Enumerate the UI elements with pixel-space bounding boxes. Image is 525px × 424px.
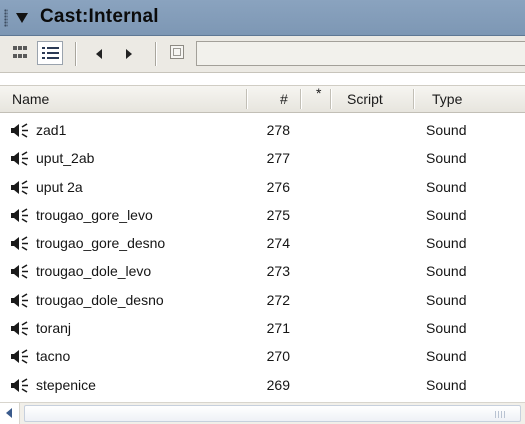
scroll-grip-icon <box>495 411 507 418</box>
member-name: trougao_gore_levo <box>36 206 153 223</box>
column-divider[interactable] <box>330 89 332 109</box>
member-type: Sound <box>426 291 467 308</box>
list-item[interactable]: zad1 278 Sound <box>0 116 525 144</box>
toolbar-separator <box>75 42 77 66</box>
panel-title: Cast:Internal <box>40 6 159 27</box>
member-name: trougao_dole_levo <box>36 263 152 280</box>
sound-icon <box>11 321 28 336</box>
member-name: uput 2a <box>36 178 83 195</box>
member-type: Sound <box>426 320 467 337</box>
column-name[interactable]: Name <box>12 86 49 112</box>
list-item[interactable]: tacno 270 Sound <box>0 342 525 370</box>
list-item[interactable]: trougao_gore_levo 275 Sound <box>0 201 525 229</box>
member-name: uput_2ab <box>36 150 95 167</box>
member-type: Sound <box>426 122 467 138</box>
member-number: 269 <box>266 376 290 393</box>
column-header: Name # * Script Type <box>0 85 525 113</box>
member-name: tacno <box>36 348 71 365</box>
column-divider[interactable] <box>413 89 415 109</box>
list-item[interactable]: trougao_dole_desno 272 Sound <box>0 286 525 314</box>
sound-icon <box>11 293 28 308</box>
drag-grip-icon[interactable] <box>4 9 8 27</box>
member-type: Sound <box>426 206 467 223</box>
column-divider[interactable] <box>300 89 302 109</box>
thumbnail-view-button[interactable] <box>8 41 34 65</box>
member-type: Sound <box>426 376 467 393</box>
member-type: Sound <box>426 235 467 252</box>
toolbar-separator <box>155 42 157 66</box>
member-number: 271 <box>266 320 290 337</box>
next-arrow-icon[interactable] <box>126 49 132 59</box>
column-script[interactable]: Script <box>347 86 383 112</box>
horizontal-scrollbar[interactable] <box>0 402 525 424</box>
list-item[interactable]: uput_2ab 277 Sound <box>0 144 525 172</box>
sound-icon <box>11 151 28 166</box>
thumbnail-view-icon <box>13 46 28 59</box>
member-number: 273 <box>266 263 290 280</box>
sound-icon <box>11 208 28 223</box>
list-view-button[interactable] <box>37 41 63 65</box>
member-name: zad1 <box>36 122 67 138</box>
list-item[interactable]: stepenice 269 Sound <box>0 371 525 399</box>
member-number: 275 <box>266 206 290 223</box>
column-divider[interactable] <box>246 89 248 109</box>
collapse-triangle-icon[interactable] <box>16 13 28 23</box>
list-item[interactable]: uput 2a 276 Sound <box>0 173 525 201</box>
sound-icon <box>11 123 28 138</box>
sound-icon <box>11 236 28 251</box>
panel-title-bar[interactable]: Cast:Internal <box>0 0 525 36</box>
member-number: 277 <box>266 150 290 167</box>
scrollbar-thumb[interactable] <box>24 405 521 422</box>
member-name: toranj <box>36 320 72 337</box>
member-number: 274 <box>266 235 290 252</box>
member-name: trougao_gore_desno <box>36 235 166 252</box>
sound-icon <box>11 264 28 280</box>
column-flag[interactable]: * <box>316 80 321 106</box>
member-type: Sound <box>426 178 467 195</box>
previous-arrow-icon[interactable] <box>96 49 102 59</box>
scroll-left-arrow-icon[interactable] <box>0 403 20 424</box>
list-item[interactable]: toranj 271 Sound <box>0 314 525 342</box>
cast-member-list: zad1 278 Sound uput_2ab 277 Sound uput 2… <box>0 116 525 399</box>
member-name: stepenice <box>36 376 96 393</box>
member-name-field[interactable] <box>196 41 525 66</box>
list-item[interactable]: trougao_gore_desno 274 Sound <box>0 229 525 257</box>
member-number: 270 <box>266 348 290 365</box>
column-number[interactable]: # <box>280 86 288 112</box>
member-number: 276 <box>266 178 290 195</box>
cast-window: Cast:Internal Name # * Script Type zad1 … <box>0 0 525 424</box>
list-view-icon <box>42 47 59 60</box>
member-number: 278 <box>266 122 290 138</box>
member-number: 272 <box>266 291 290 308</box>
member-type: Sound <box>426 348 467 365</box>
member-type: Sound <box>426 263 467 280</box>
column-type[interactable]: Type <box>432 86 462 112</box>
member-name: trougao_dole_desno <box>36 291 164 308</box>
member-type: Sound <box>426 150 467 167</box>
cast-member-icon[interactable] <box>170 45 184 59</box>
sound-icon <box>11 377 28 393</box>
sound-icon <box>11 349 28 365</box>
sound-icon <box>11 179 28 195</box>
cast-toolbar <box>0 36 525 73</box>
list-item[interactable]: trougao_dole_levo 273 Sound <box>0 257 525 285</box>
